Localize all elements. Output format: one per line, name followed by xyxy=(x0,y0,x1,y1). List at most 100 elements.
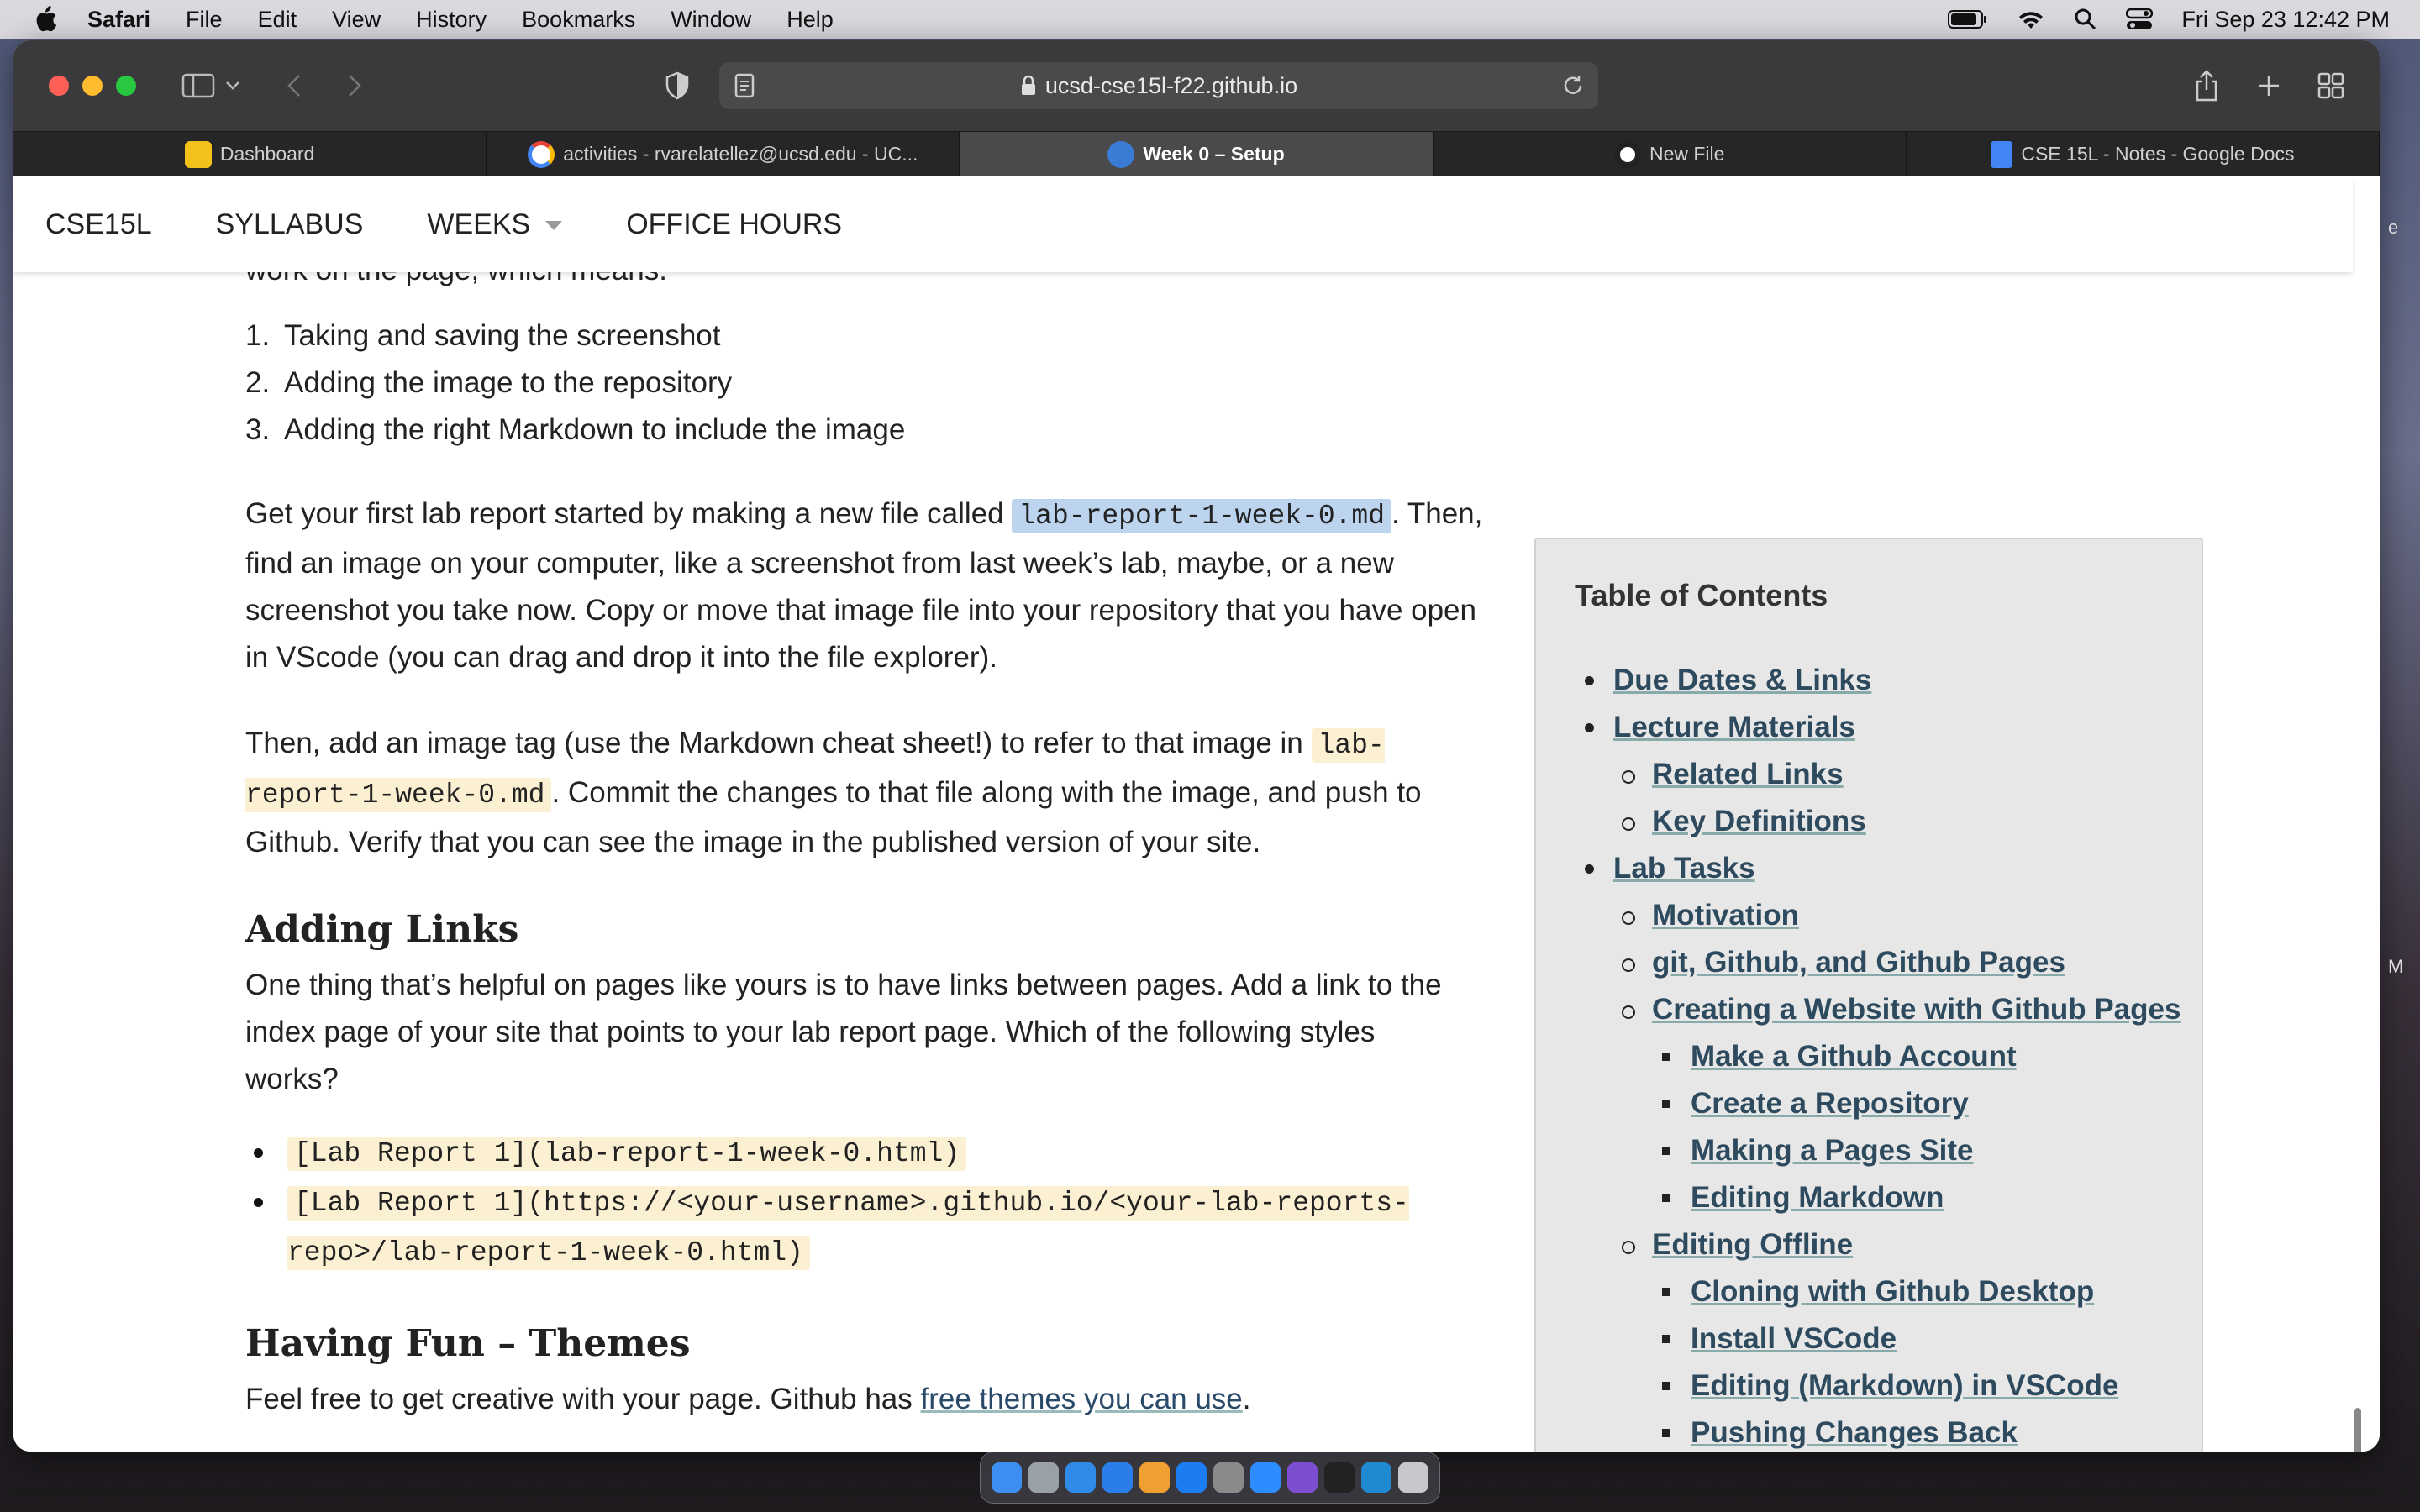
back-icon[interactable] xyxy=(274,66,314,106)
nav-weeks-label: WEEKS xyxy=(427,207,531,240)
menu-window[interactable]: Window xyxy=(671,7,751,33)
privacy-shield-icon[interactable] xyxy=(657,66,697,106)
sidebar-toggle-icon[interactable] xyxy=(178,66,218,106)
paragraph-links: One thing that’s helpful on pages like y… xyxy=(245,969,1442,1095)
photos-dock-icon[interactable] xyxy=(1139,1462,1170,1493)
finder-dock-icon[interactable] xyxy=(992,1462,1022,1493)
toc-link[interactable]: Creating a Website with Github Pages xyxy=(1575,986,2196,1033)
tab-bar: Dashboard activities - rvarelatellez@ucs… xyxy=(13,131,2380,176)
scrollbar-thumb[interactable] xyxy=(2354,1408,2361,1452)
tab-title: activities - rvarelatellez@ucsd.edu - UC… xyxy=(563,143,918,165)
tab-google-docs[interactable]: CSE 15L - Notes - Google Docs xyxy=(1907,132,2380,176)
toc-link[interactable]: Pushing Changes Back xyxy=(1575,1410,2196,1452)
main-content: work on the page, which means: 1.Taking … xyxy=(245,247,1482,1452)
web-page: CSE15L SYLLABUS WEEKS OFFICE HOURS work … xyxy=(13,176,2366,1452)
github-desktop-dock-icon[interactable] xyxy=(1287,1462,1318,1493)
toc-link[interactable]: Lab Tasks xyxy=(1575,845,2196,892)
toc-link[interactable]: Cloning with Github Desktop xyxy=(1575,1268,2196,1315)
zoom-dock-icon[interactable] xyxy=(1250,1462,1281,1493)
menu-bookmarks[interactable]: Bookmarks xyxy=(522,7,635,33)
toc-link[interactable]: Editing Markdown xyxy=(1575,1174,2196,1221)
url-text[interactable]: ucsd-cse15l-f22.github.io xyxy=(1045,73,1297,99)
toc-link[interactable]: Making a Pages Site xyxy=(1575,1127,2196,1174)
site-nav: CSE15L SYLLABUS WEEKS OFFICE HOURS xyxy=(13,176,2353,272)
reload-icon[interactable] xyxy=(1561,74,1585,97)
app-store-dock-icon[interactable] xyxy=(1176,1462,1207,1493)
toc-title: Table of Contents xyxy=(1575,578,1828,612)
menu-history[interactable]: History xyxy=(416,7,487,33)
background-window-edge-text: e xyxy=(2388,217,2399,238)
tab-new-file[interactable]: New File xyxy=(1434,132,1907,176)
minimize-window-button[interactable] xyxy=(82,76,103,96)
toc-link[interactable]: Create a Repository xyxy=(1575,1080,2196,1127)
menu-bar: Safari File Edit View History Bookmarks … xyxy=(0,0,2420,39)
menu-app-name[interactable]: Safari xyxy=(87,7,150,33)
tab-overview-icon[interactable] xyxy=(2311,66,2351,106)
list-item: 2. Adding the image to the repository xyxy=(245,366,733,399)
tab-title: CSE 15L - Notes - Google Docs xyxy=(2021,143,2295,165)
menu-help[interactable]: Help xyxy=(786,7,834,33)
browser-toolbar: ucsd-cse15l-f22.github.io xyxy=(13,40,2380,131)
nav-weeks-dropdown[interactable]: WEEKS xyxy=(427,207,563,241)
toc-link[interactable]: Motivation xyxy=(1575,892,2196,939)
link-style-options: [Lab Report 1](lab-report-1-week-0.html)… xyxy=(245,1128,1422,1277)
tab-week0-setup[interactable]: Week 0 – Setup xyxy=(960,132,1434,176)
menu-file[interactable]: File xyxy=(186,7,223,33)
toc-link[interactable]: Editing Offline xyxy=(1575,1221,2196,1268)
toc-link[interactable]: Editing (Markdown) in VSCode xyxy=(1575,1362,2196,1410)
safari-window: ucsd-cse15l-f22.github.io Dashboard acti… xyxy=(13,40,2380,1452)
terminal-dock-icon[interactable] xyxy=(1324,1462,1355,1493)
toc-link[interactable]: Install VSCode xyxy=(1575,1315,2196,1362)
safari-dock-icon[interactable] xyxy=(1065,1462,1096,1493)
tab-title: Dashboard xyxy=(219,143,315,165)
tab-dashboard[interactable]: Dashboard xyxy=(13,132,487,176)
steps-list: 1. Taking and saving the screenshot 2. Add… xyxy=(245,312,1481,454)
github-favicon-icon xyxy=(1613,140,1641,168)
zoom-window-button[interactable] xyxy=(116,76,136,96)
forward-icon[interactable] xyxy=(334,66,375,106)
toc-link[interactable]: git, Github, and Github Pages xyxy=(1575,939,2196,986)
menu-view[interactable]: View xyxy=(332,7,381,33)
toc-link[interactable]: Due Dates & Links xyxy=(1575,657,2196,704)
launchpad-dock-icon[interactable] xyxy=(1028,1462,1059,1493)
list-item: 1. Taking and saving the screenshot xyxy=(245,319,721,352)
menu-clock[interactable]: Fri Sep 23 12:42 PM xyxy=(2181,7,2390,33)
menu-edit[interactable]: Edit xyxy=(258,7,297,33)
free-themes-link[interactable]: free themes you can use xyxy=(921,1383,1243,1415)
spotlight-search-icon[interactable] xyxy=(2074,8,2097,31)
toc-link[interactable]: Lecture Materials xyxy=(1575,704,2196,751)
tab-google-activities[interactable]: activities - rvarelatellez@ucsd.edu - UC… xyxy=(487,132,960,176)
new-tab-icon[interactable] xyxy=(2249,66,2289,106)
nav-syllabus-link[interactable]: SYLLABUS xyxy=(216,208,364,241)
heading-adding-links: Adding Links xyxy=(245,908,519,951)
triton-favicon-icon xyxy=(1107,140,1135,168)
mail-dock-icon[interactable] xyxy=(1102,1462,1133,1493)
toc-link[interactable]: Make a Github Account xyxy=(1575,1033,2196,1080)
apple-menu-icon[interactable] xyxy=(32,5,59,34)
nav-brand-link[interactable]: CSE15L xyxy=(45,208,152,241)
toc-link[interactable]: Key Definitions xyxy=(1575,798,2196,845)
list-item: [Lab Report 1](lab-report-1-week-0.html) xyxy=(245,1128,1422,1178)
lock-icon xyxy=(1021,75,1035,95)
toc-link[interactable]: Related Links xyxy=(1575,751,2196,798)
control-center-icon[interactable] xyxy=(2126,8,2154,31)
dock xyxy=(980,1452,1440,1504)
system-preferences-dock-icon[interactable] xyxy=(1213,1462,1244,1493)
list-item: [Lab Report 1](https://<your-username>.g… xyxy=(245,1178,1422,1277)
tab-title: Week 0 – Setup xyxy=(1143,143,1285,165)
table-of-contents: Table of Contents Due Dates & Links Lectu… xyxy=(1534,538,2203,1452)
canvas-favicon-icon xyxy=(184,140,212,168)
battery-icon[interactable] xyxy=(1948,9,1988,29)
reader-icon[interactable] xyxy=(734,73,755,98)
trash-dock-icon[interactable] xyxy=(1398,1462,1428,1493)
chevron-down-icon[interactable] xyxy=(220,66,245,106)
wifi-icon[interactable] xyxy=(2017,8,2045,30)
tab-title: New File xyxy=(1649,143,1725,165)
vscode-dock-icon[interactable] xyxy=(1361,1462,1392,1493)
close-window-button[interactable] xyxy=(49,76,69,96)
code-option-absolute: [Lab Report 1](https://<your-username>.g… xyxy=(287,1186,1409,1270)
share-icon[interactable] xyxy=(2186,66,2227,106)
address-bar[interactable]: ucsd-cse15l-f22.github.io xyxy=(719,62,1598,109)
inline-code-filename: lab-report-1-week-0.md xyxy=(1012,499,1392,533)
nav-office-hours-link[interactable]: OFFICE HOURS xyxy=(626,208,842,241)
